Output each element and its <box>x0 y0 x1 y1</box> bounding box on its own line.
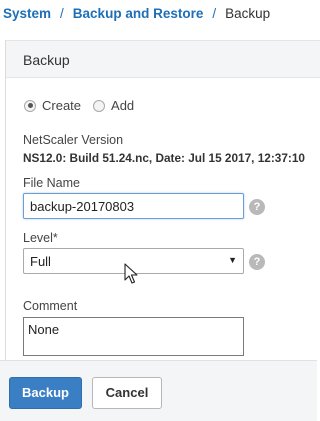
breadcrumb: System / Backup and Restore / Backup <box>0 0 317 30</box>
version-label: NetScaler Version <box>23 133 124 147</box>
breadcrumb-system-link[interactable]: System <box>3 6 51 21</box>
panel-title: Backup <box>6 40 320 78</box>
breadcrumb-separator: / <box>60 6 64 21</box>
create-radio-label[interactable]: Create <box>42 98 81 113</box>
level-label: Level* <box>23 231 58 245</box>
add-radio[interactable] <box>93 99 106 112</box>
comment-textarea[interactable]: None <box>23 317 244 356</box>
comment-label: Comment <box>23 299 78 313</box>
action-bar: Backup Cancel <box>0 360 317 421</box>
backup-button[interactable]: Backup <box>9 377 82 409</box>
add-radio-label[interactable]: Add <box>111 98 134 113</box>
create-radio[interactable] <box>24 99 36 112</box>
file-name-input[interactable]: backup-20170803 <box>23 193 244 219</box>
breadcrumb-separator: / <box>212 6 217 21</box>
cancel-button[interactable]: Cancel <box>92 377 162 409</box>
mouse-pointer-icon <box>124 263 138 284</box>
help-icon[interactable]: ? <box>249 199 265 215</box>
help-icon[interactable]: ? <box>249 254 265 270</box>
breadcrumb-backup-restore-link[interactable]: Backup and Restore <box>73 6 204 21</box>
chevron-down-icon: ▼ <box>228 255 237 265</box>
file-name-label: File Name <box>23 176 80 190</box>
breadcrumb-current: Backup <box>225 6 271 21</box>
mode-radio-group: Create Add <box>24 98 146 113</box>
backup-panel: Backup Create Add NetScaler Version NS12… <box>5 40 320 360</box>
version-value: NS12.0: Build 51.24.nc, Date: Jul 15 201… <box>23 151 305 165</box>
level-select-value: Full <box>30 254 51 269</box>
